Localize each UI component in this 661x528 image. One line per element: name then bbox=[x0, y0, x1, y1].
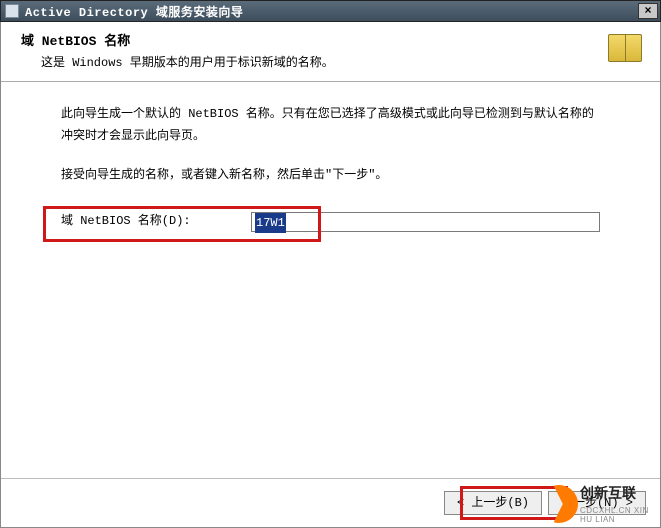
window-body: 域 NetBIOS 名称 这是 Windows 早期版本的用户用于标识新域的名称… bbox=[0, 22, 661, 528]
netbios-label: 域 NetBIOS 名称(D): bbox=[61, 211, 251, 233]
netbios-input[interactable]: 17W1 bbox=[251, 212, 600, 232]
page-title: 域 NetBIOS 名称 bbox=[21, 30, 644, 49]
netbios-field-row: 域 NetBIOS 名称(D): 17W1 bbox=[61, 211, 600, 233]
page-subtitle: 这是 Windows 早期版本的用户用于标识新域的名称。 bbox=[41, 53, 644, 70]
back-button[interactable]: < 上一步(B) bbox=[444, 491, 542, 515]
description-text-1: 此向导生成一个默认的 NetBIOS 名称。只有在您已选择了高级模式或此向导已检… bbox=[61, 104, 600, 147]
next-button[interactable]: 下一步(N) > bbox=[548, 491, 646, 515]
window-title: Active Directory 域服务安装向导 bbox=[25, 3, 638, 20]
description-text-2: 接受向导生成的名称，或者键入新名称，然后单击"下一步"。 bbox=[61, 165, 600, 187]
netbios-input-value: 17W1 bbox=[255, 213, 286, 233]
wizard-header: 域 NetBIOS 名称 这是 Windows 早期版本的用户用于标识新域的名称… bbox=[1, 22, 660, 82]
titlebar: Active Directory 域服务安装向导 × bbox=[0, 0, 661, 22]
system-icon bbox=[5, 4, 19, 18]
book-icon bbox=[608, 30, 646, 68]
separator bbox=[1, 478, 660, 479]
wizard-content: 此向导生成一个默认的 NetBIOS 名称。只有在您已选择了高级模式或此向导已检… bbox=[1, 82, 660, 472]
close-button[interactable]: × bbox=[638, 3, 658, 19]
wizard-button-row: < 上一步(B) 下一步(N) > bbox=[444, 491, 646, 515]
